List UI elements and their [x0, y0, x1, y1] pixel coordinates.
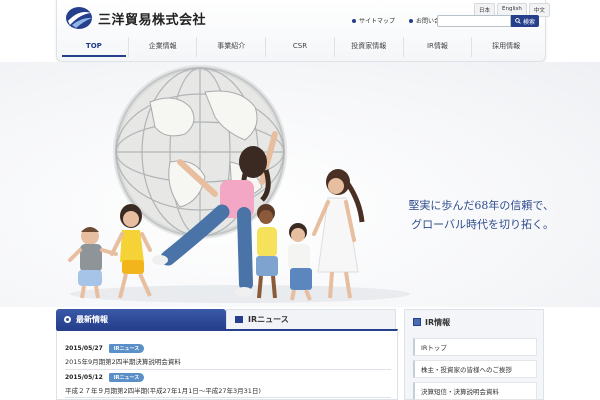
divider: [65, 369, 391, 370]
child-girl-white-dress: [312, 169, 365, 299]
tab-latest-news[interactable]: 最新情報: [56, 309, 226, 329]
tagline-line-1: 堅実に歩んだ68年の信頼で、: [408, 199, 554, 212]
nav-investors[interactable]: 投資家情報: [335, 37, 404, 57]
news-title[interactable]: 平成２７年９月期第2四半期(平成27年1月1日～平成27年3月31日): [65, 385, 391, 395]
search-icon: [515, 18, 521, 24]
sitemap-link[interactable]: サイトマップ: [352, 16, 395, 25]
sitemap-link-label: サイトマップ: [359, 18, 396, 25]
company-name: 三洋貿易株式会社: [98, 12, 207, 28]
tab-latest-news-label: 最新情報: [76, 314, 108, 324]
hero-tagline: 堅実に歩んだ68年の信頼で、 グローバル時代を切り拓く。: [372, 196, 554, 234]
tagline-line-2: グローバル時代を切り拓く。: [411, 218, 554, 231]
child-boy-blue: [288, 223, 312, 301]
ir-heading-label: IR情報: [425, 317, 451, 327]
news-panel: 2015/05/27 IRニュース 2015年9月期第2四半期決算説明会資料 2…: [56, 329, 398, 400]
tab-ir-news-label: IRニュース: [248, 315, 289, 324]
child-toddler-grey: [68, 227, 118, 299]
child-boy-white: [256, 204, 278, 299]
bullet-icon: [409, 18, 414, 23]
ir-link-greeting[interactable]: 株主・投資家の皆様へのご挨拶: [413, 360, 537, 378]
tab-ir-news[interactable]: IRニュース: [226, 309, 396, 329]
hero-banner: 堅実に歩んだ68年の信頼で、 グローバル時代を切り拓く。: [0, 62, 600, 307]
hero-image: [68, 65, 410, 303]
news-date: 2015/05/12: [65, 374, 103, 381]
document-icon: [413, 318, 421, 326]
divider: [65, 397, 391, 398]
ir-link-top[interactable]: IRトップ: [413, 338, 537, 356]
nav-top[interactable]: TOP: [60, 37, 129, 57]
logo[interactable]: 三洋貿易株式会社: [64, 5, 206, 31]
nav-ir[interactable]: IR情報: [404, 37, 473, 57]
bullet-icon: [352, 18, 356, 23]
ir-sidebar: IR情報 IRトップ 株主・投資家の皆様へのご挨拶 決算短信・決算説明会資料: [404, 309, 544, 400]
news-date: 2015/05/27: [65, 345, 103, 352]
nav-recruit[interactable]: 採用情報: [472, 37, 540, 57]
search-button[interactable]: 検索: [511, 15, 540, 27]
search-button-label: 検索: [523, 18, 536, 26]
logo-mark-icon: [66, 7, 92, 29]
nav-csr[interactable]: CSR: [266, 37, 335, 57]
nav-company[interactable]: 企業情報: [129, 37, 198, 57]
news-title[interactable]: 2015年9月期第2四半期決算説明会資料: [65, 356, 391, 366]
ir-heading: IR情報: [405, 310, 543, 334]
circle-icon: [64, 315, 71, 323]
news-badge: IRニュース: [108, 373, 145, 382]
search-bar: 検索: [437, 15, 540, 27]
search-input[interactable]: [437, 15, 511, 27]
nav-business[interactable]: 事業紹介: [197, 37, 267, 57]
ir-link-results[interactable]: 決算短信・決算説明会資料: [413, 382, 537, 400]
main-nav: TOP 企業情報 事業紹介 CSR 投資家情報 IR情報 採用情報: [60, 37, 540, 57]
news-tabs: 最新情報 IRニュース: [56, 309, 398, 329]
news-item[interactable]: 2015/05/27 IRニュース 2015年9月期第2四半期決算説明会資料: [65, 344, 391, 366]
news-badge: IRニュース: [108, 344, 145, 353]
document-icon: [235, 316, 243, 323]
news-item[interactable]: 2015/05/12 IRニュース 平成２７年９月期第2四半期(平成27年1月1…: [65, 373, 391, 395]
